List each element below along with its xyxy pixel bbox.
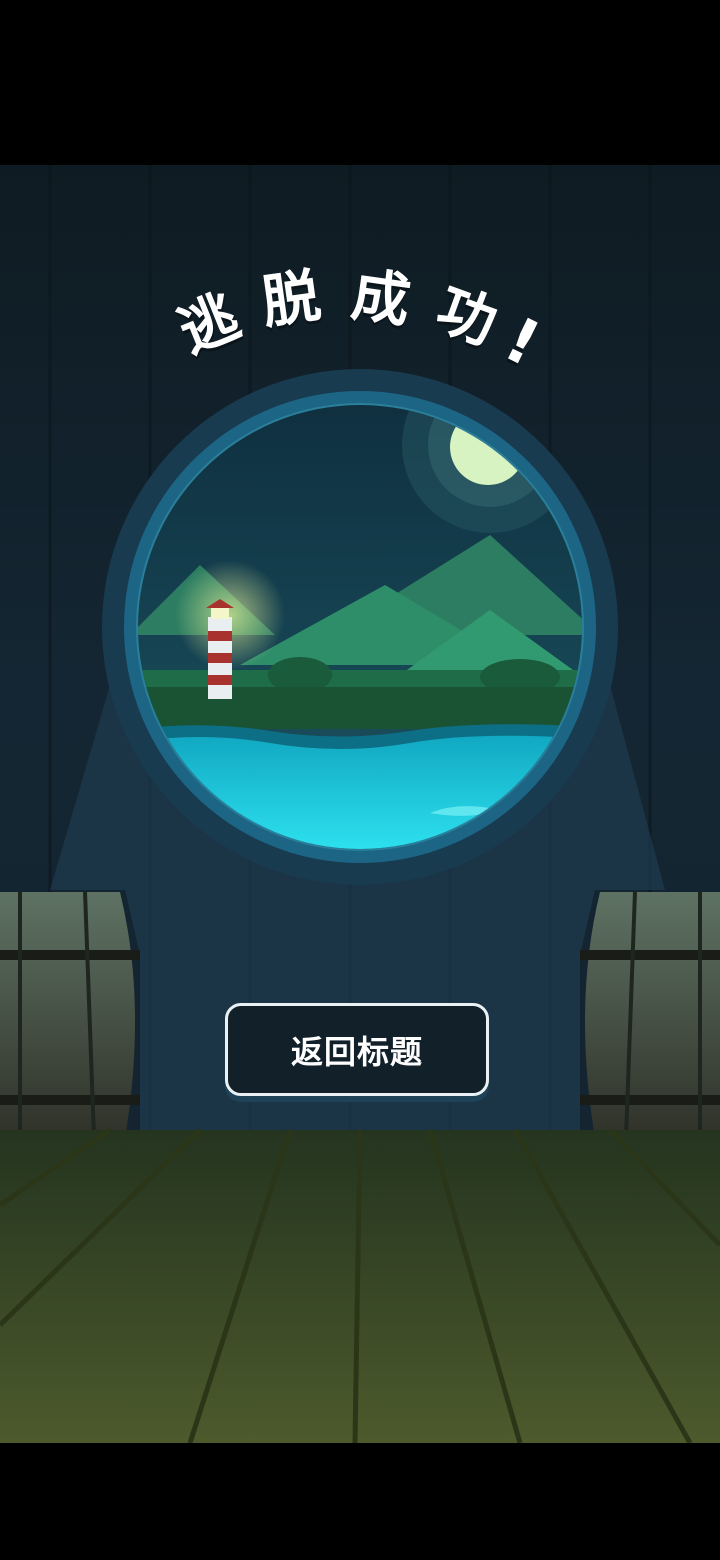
title-char-2: 脱 — [257, 261, 325, 337]
title-char-3: 成 — [347, 260, 415, 336]
top-letterbox — [0, 0, 720, 165]
right-barrel — [580, 891, 720, 1166]
wooden-floor — [0, 1127, 720, 1443]
left-barrel — [0, 891, 140, 1166]
title-char-1: 逃 — [169, 281, 249, 367]
return-to-title-button[interactable]: 返回标题 — [225, 1003, 489, 1096]
escape-success-title: 逃 脱 成 功 ! — [0, 165, 720, 425]
game-scene: 逃 脱 成 功 ! 返回标题 — [0, 165, 720, 1443]
bottom-letterbox — [0, 1443, 720, 1560]
title-char-5: ! — [493, 302, 552, 381]
title-char-4: 功 — [428, 274, 506, 358]
